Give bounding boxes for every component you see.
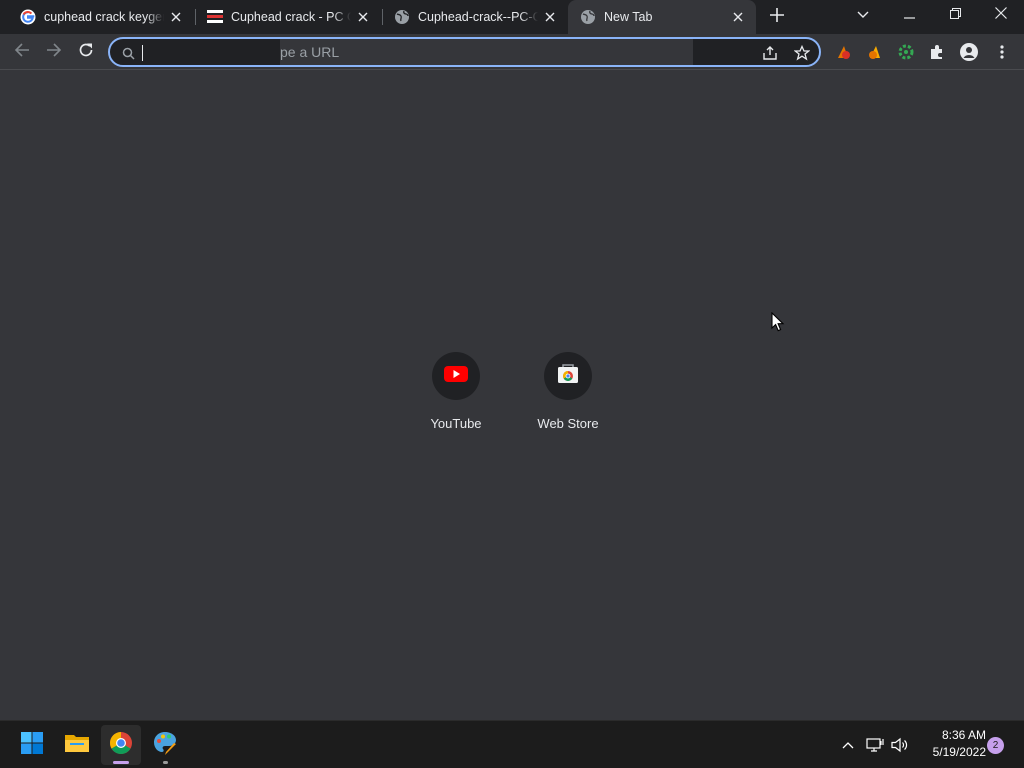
menu-kebab-icon[interactable] [992, 42, 1012, 62]
paint-icon [152, 730, 178, 761]
address-bar[interactable]: pe a URL [108, 37, 821, 67]
volume-icon[interactable] [890, 735, 910, 755]
globe-icon [580, 9, 596, 25]
minimize-button[interactable] [886, 0, 932, 30]
omnibox-suggestion-panel: pe a URL [280, 39, 693, 65]
shortcut-youtube[interactable]: YouTube [400, 352, 512, 442]
reload-icon [78, 42, 94, 63]
tab-close-icon[interactable] [730, 9, 746, 25]
taskbar-clock[interactable]: 8:36 AM 5/19/2022 [914, 727, 986, 761]
restore-icon [949, 6, 961, 24]
clock-time: 8:36 AM [941, 728, 986, 742]
new-tab-page: YouTube Web Store [0, 71, 1024, 720]
tab-close-icon[interactable] [542, 9, 558, 25]
tab-close-icon[interactable] [355, 9, 371, 25]
arrow-right-icon [46, 42, 62, 63]
shortcut-web-store[interactable]: Web Store [512, 352, 624, 442]
extension-3-icon[interactable] [896, 42, 916, 62]
taskbar-file-explorer[interactable] [57, 725, 97, 765]
extension-2-icon[interactable] [865, 42, 885, 62]
restore-button[interactable] [932, 0, 978, 30]
tab-search-button[interactable] [840, 0, 886, 30]
google-g-icon [20, 9, 36, 25]
reload-button[interactable] [72, 38, 100, 66]
address-placeholder: pe a URL [280, 44, 340, 60]
tab-cuphead-crack-pc[interactable]: Cuphead crack - PC Ga [187, 0, 381, 34]
shortcut-label: YouTube [430, 416, 482, 431]
bookmark-star-icon[interactable] [794, 45, 810, 61]
share-icon[interactable] [762, 45, 778, 61]
taskbar-paint[interactable] [145, 725, 185, 765]
taskbar-chrome[interactable] [101, 725, 141, 765]
extensions-puzzle-icon[interactable] [927, 42, 947, 62]
clock-date: 5/19/2022 [932, 745, 986, 759]
start-button[interactable] [12, 725, 52, 765]
text-caret [142, 45, 143, 61]
windows-start-icon [20, 731, 44, 760]
tab-new-tab[interactable]: New Tab [568, 0, 756, 34]
tab-title: New Tab [604, 10, 653, 24]
close-icon [995, 6, 1007, 24]
forward-button[interactable] [40, 38, 68, 66]
arrow-left-icon [14, 42, 30, 63]
profile-avatar-icon[interactable] [959, 42, 979, 62]
tray-overflow-chevron-up-icon[interactable] [838, 735, 858, 755]
running-app-indicator [163, 761, 168, 764]
tab-title: Cuphead crack - PC Ga [231, 10, 351, 24]
chrome-web-store-icon [557, 363, 579, 390]
chevron-down-icon [857, 6, 869, 24]
minimize-icon [903, 6, 915, 24]
tab-strip: cuphead crack keygen Cuphead crack - PC … [0, 0, 1024, 34]
file-explorer-icon [64, 732, 90, 759]
extension-1-icon[interactable] [833, 42, 853, 62]
browser-toolbar: pe a URL [0, 34, 1024, 70]
tab-cuphead-crack-pc-2[interactable]: Cuphead-crack--PC-Ga [374, 0, 568, 34]
chrome-icon [109, 731, 133, 760]
globe-icon [394, 9, 410, 25]
back-button[interactable] [8, 38, 36, 66]
shortcut-tile [544, 352, 592, 400]
mouse-cursor-icon [771, 312, 785, 332]
close-window-button[interactable] [978, 0, 1024, 30]
shortcut-tile [432, 352, 480, 400]
tab-close-icon[interactable] [168, 9, 184, 25]
site-flag-icon [207, 9, 223, 25]
network-icon[interactable] [865, 735, 885, 755]
windows-taskbar: 8:36 AM 5/19/2022 2 [0, 720, 1024, 768]
active-app-indicator [113, 761, 129, 764]
plus-icon [770, 7, 784, 27]
youtube-icon [444, 365, 468, 388]
shortcut-label: Web Store [537, 416, 599, 431]
new-tab-button[interactable] [765, 5, 789, 29]
search-icon [120, 45, 136, 61]
tab-title: Cuphead-crack--PC-Ga [418, 10, 538, 24]
notification-badge[interactable]: 2 [987, 737, 1004, 754]
tab-cuphead-crack-keygen[interactable]: cuphead crack keygen [0, 0, 194, 34]
tab-title: cuphead crack keygen [44, 10, 164, 24]
